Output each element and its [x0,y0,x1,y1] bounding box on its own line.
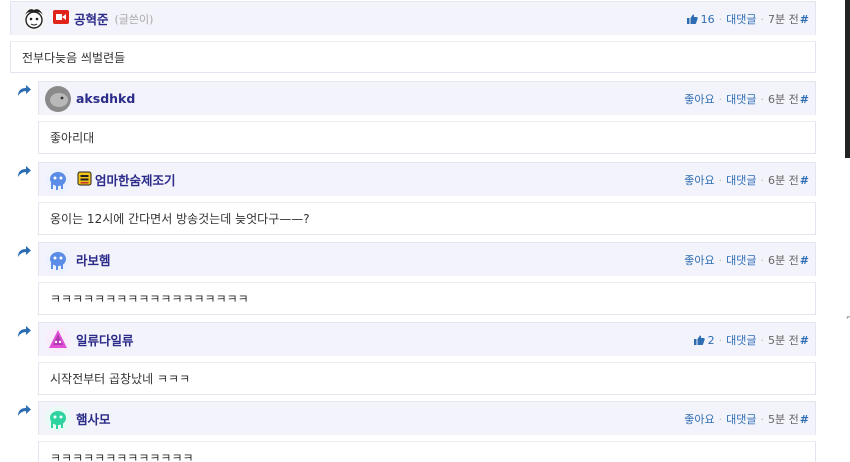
reply-arrow-icon [18,405,31,416]
author-tag: (글쓴이) [114,12,154,26]
comment-body: 옹이는 12시에 간다면서 방송것는데 늦엇다구——? [38,202,816,235]
comment-header: 엄마한숨제조기 좋아요 · 대댓글 · 6분 전 # [38,162,816,196]
reply-button[interactable]: 대댓글 [726,11,756,27]
like-button[interactable]: 좋아요 [684,252,714,268]
comment-meta: 좋아요 · 대댓글 · 6분 전 # [684,252,809,268]
reply-button[interactable]: 대댓글 [726,332,756,348]
comment-time: 6분 전 [768,254,799,267]
right-edge-bar [845,0,850,158]
thumbs-up-icon [693,335,705,345]
like-button[interactable]: 좋아요 [684,172,714,188]
comment-nickname[interactable]: 햄사모 [76,409,111,428]
comment-header: 라보헴 좋아요 · 대댓글 · 6분 전 # [38,242,816,276]
reply-arrow-icon [18,166,31,177]
reply-arrow-icon [18,326,31,337]
comment-body: 좋아리대 [38,121,816,154]
permalink-hash[interactable]: # [800,254,809,267]
like-count: 2 [707,333,715,347]
comment-text: 시작전부터 곱창났네 ㅋㅋㅋ [50,372,191,386]
comment-nickname[interactable]: 엄마한숨제조기 [95,170,176,189]
comment-header: 햄사모 좋아요 · 대댓글 · 5분 전 # [38,401,816,435]
avatar[interactable] [45,246,71,273]
like-button[interactable]: 16 [686,12,715,26]
avatar[interactable] [21,5,47,32]
comment-meta: 좋아요 · 대댓글 · 6분 전 # [684,91,809,107]
comment-header: 공혁준 (글쓴이) 16 · 대댓글 · 7분 전 # [10,1,816,35]
comment-header: aksdhkd 좋아요 · 대댓글 · 6분 전 # [38,81,816,115]
comment-body: 시작전부터 곱창났네 ㅋㅋㅋ [38,362,816,395]
comment-text: 좋아리대 [50,131,95,145]
comment-meta: 좋아요 · 대댓글 · 5분 전 # [684,411,809,427]
like-button[interactable]: 좋아요 [684,411,714,427]
comment-text: 옹이는 12시에 간다면서 방송것는데 늦엇다구——? [50,212,310,226]
comment-time: 6분 전 [768,93,799,106]
comment-text: 전부다늦음 씌벌련들 [22,50,126,65]
comment-body: ㅋㅋㅋㅋㅋㅋㅋㅋㅋㅋㅋㅋㅋㅋㅋㅋㅋㅋ [38,282,816,315]
comment-time: 7분 전 [768,13,799,26]
reply-button[interactable]: 대댓글 [726,172,756,188]
comment-meta: 좋아요 · 대댓글 · 6분 전 # [684,172,809,188]
comment-time: 5분 전 [768,334,799,347]
like-button[interactable]: 좋아요 [684,91,714,107]
like-button[interactable]: 2 [693,333,715,347]
comment-nickname[interactable]: 라보헴 [76,250,111,269]
reply-button[interactable]: 대댓글 [726,91,756,107]
like-count: 16 [700,12,715,26]
avatar[interactable] [45,326,71,353]
reply-arrow-icon [18,246,31,257]
comment-time: 6분 전 [768,174,799,187]
comment-nickname[interactable]: 공혁준 [74,9,109,28]
comment-meta: 16 · 대댓글 · 7분 전 # [686,2,809,36]
avatar[interactable] [45,166,71,193]
comment-header: 일류다일류 2 · 대댓글 · 5분 전 # [38,322,816,356]
permalink-hash[interactable]: # [800,13,809,26]
edge-mark: ⌐ [846,313,850,322]
permalink-hash[interactable]: # [800,413,809,426]
comment-meta: 2 · 대댓글 · 5분 전 # [693,323,809,357]
comment-time: 5분 전 [768,413,799,426]
comment-nickname[interactable]: 일류다일류 [76,330,134,349]
permalink-hash[interactable]: # [800,174,809,187]
thumbs-up-icon [686,14,698,24]
comment-body: ㅋㅋㅋㅋㅋㅋㅋㅋㅋㅋㅋㅋㅋ [38,441,816,462]
comment-text: ㅋㅋㅋㅋㅋㅋㅋㅋㅋㅋㅋㅋㅋㅋㅋㅋㅋㅋ [50,292,249,306]
comment-nickname[interactable]: aksdhkd [76,91,135,106]
reply-button[interactable]: 대댓글 [726,411,756,427]
permalink-hash[interactable]: # [800,334,809,347]
sub-badge-icon [77,171,92,189]
comment-body: 전부다늦음 씌벌련들 [10,41,816,73]
avatar[interactable] [45,405,71,432]
reply-button[interactable]: 대댓글 [726,252,756,268]
comment-text: ㅋㅋㅋㅋㅋㅋㅋㅋㅋㅋㅋㅋㅋ [50,451,194,462]
reply-arrow-icon [18,85,31,96]
permalink-hash[interactable]: # [800,93,809,106]
avatar[interactable] [45,85,71,112]
video-badge-icon [53,10,69,27]
